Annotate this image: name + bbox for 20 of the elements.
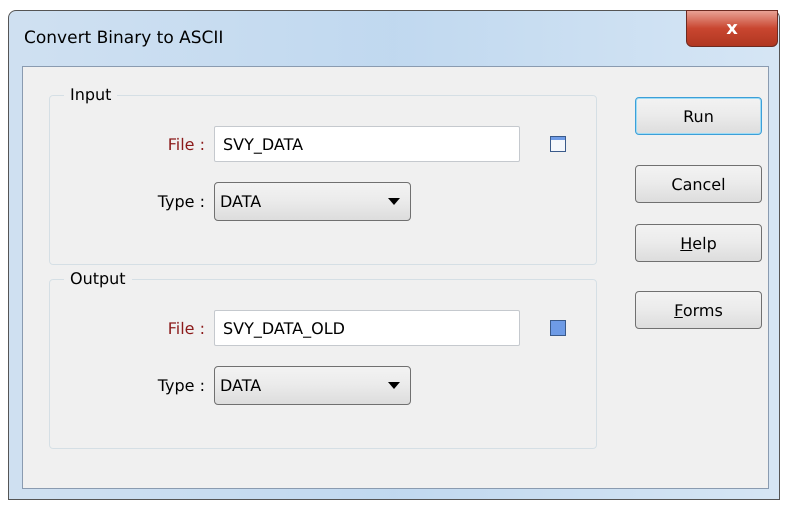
dialog-button[interactable]: Help	[635, 224, 762, 262]
caret-icon	[388, 382, 400, 389]
field-label: Type :	[156, 376, 205, 395]
field-label: File :	[166, 134, 205, 154]
type-dropdown[interactable]: DATA	[214, 182, 411, 221]
filled-square-icon[interactable]	[550, 320, 566, 336]
caret-icon	[388, 198, 400, 205]
window-icon[interactable]	[550, 136, 566, 152]
type-dropdown[interactable]: DATA	[214, 366, 411, 405]
field-label: Type :	[156, 192, 205, 211]
close-button[interactable]: x	[686, 10, 778, 47]
group-title: Output	[64, 269, 132, 288]
window-title: Convert Binary to ASCII	[24, 28, 224, 48]
file-field[interactable]: SVY_DATA	[214, 126, 520, 162]
file-field[interactable]: SVY_DATA_OLD	[214, 310, 520, 346]
dialog-button[interactable]: Cancel	[635, 165, 762, 203]
group-title: Input	[64, 85, 118, 104]
field-label: File :	[166, 318, 205, 338]
dialog-button[interactable]: Run	[635, 97, 762, 135]
dialog-button[interactable]: Forms	[635, 291, 762, 329]
